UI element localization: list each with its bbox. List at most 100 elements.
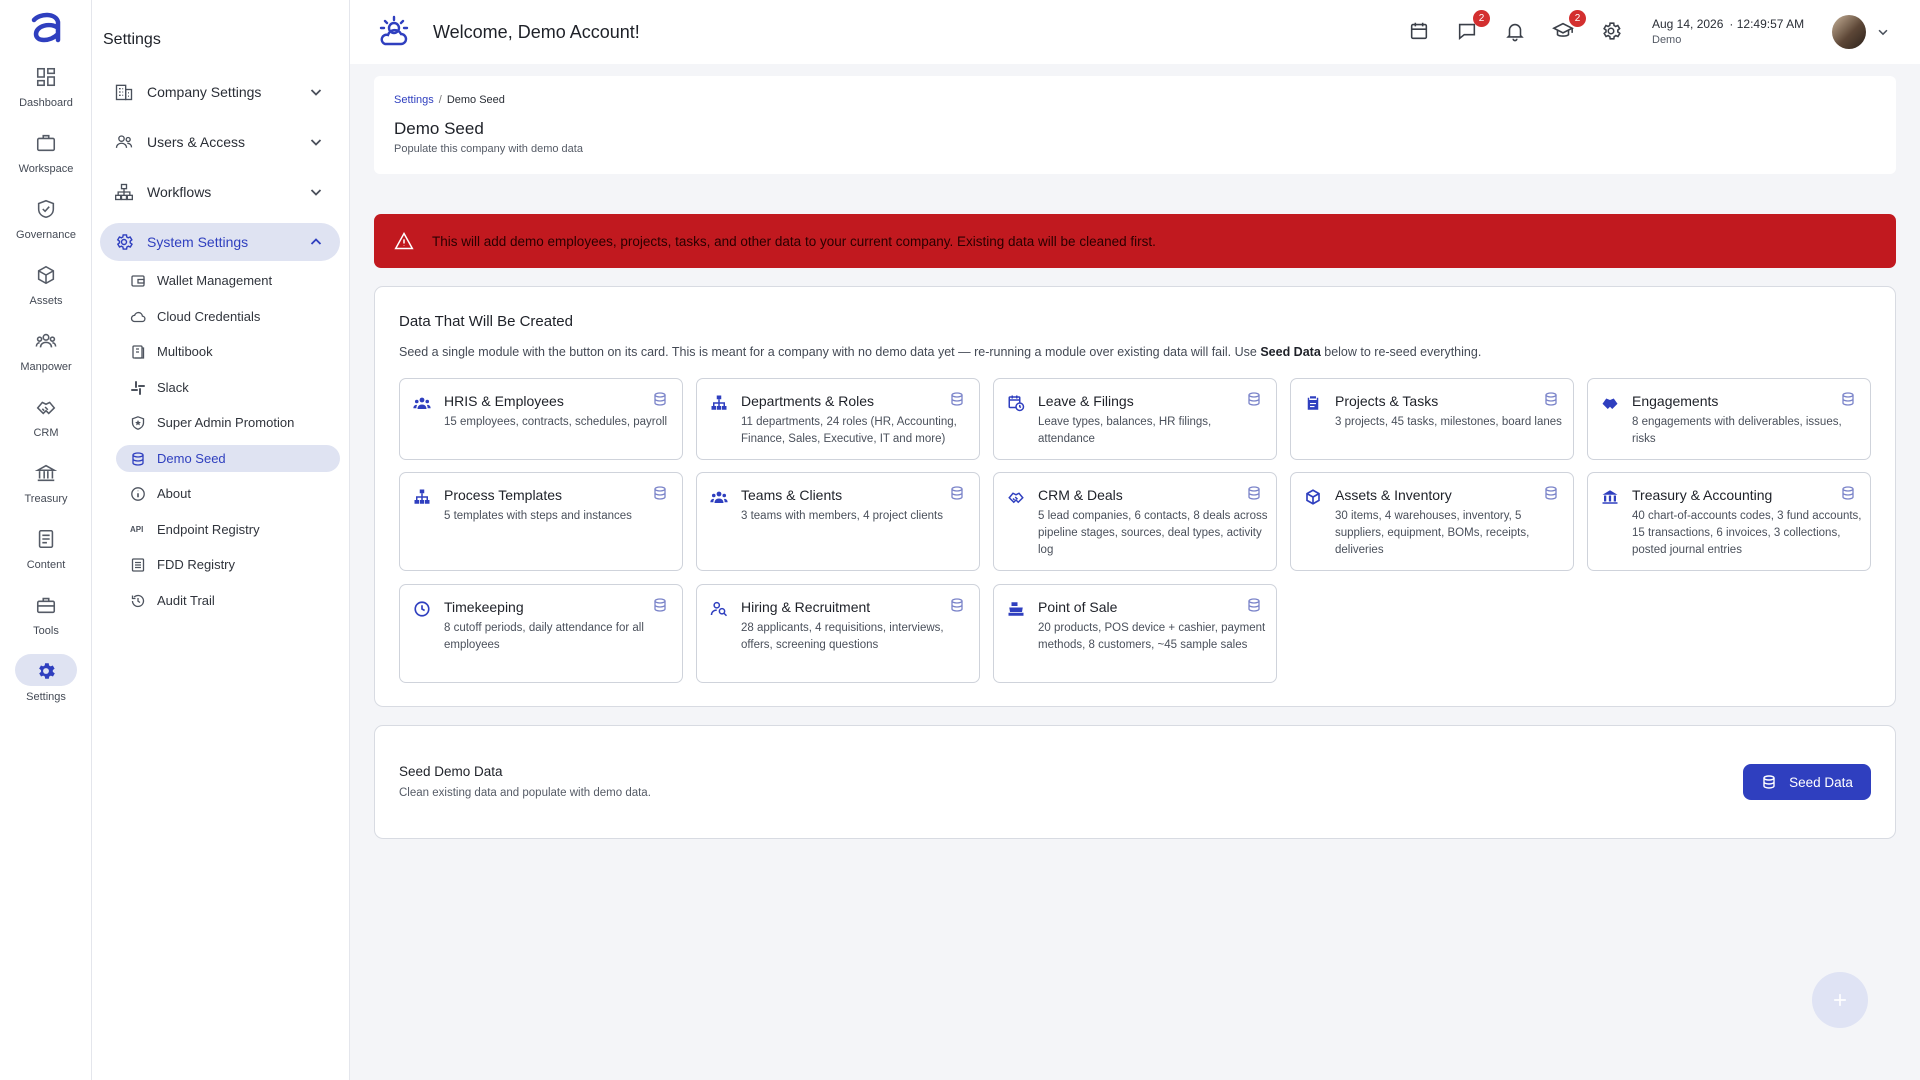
seed-card-subtitle: Clean existing data and populate with de… — [399, 787, 651, 799]
nav-item-wallet-management[interactable]: Wallet Management — [116, 267, 340, 294]
nav-group-users-access[interactable]: Users & Access — [100, 123, 340, 161]
module-title: Teams & Clients — [741, 487, 843, 503]
chevron-down-icon[interactable] — [1876, 25, 1890, 39]
module-description: 28 applicants, 4 requisitions, interview… — [741, 622, 944, 651]
handshake-icon — [35, 396, 57, 418]
database-icon — [1761, 774, 1777, 790]
history-icon — [130, 593, 146, 609]
seed-module-database-icon[interactable] — [949, 485, 965, 501]
module-description: 40 chart-of-accounts codes, 3 fund accou… — [1632, 510, 1862, 556]
top-bar: Welcome, Demo Account! 2 2 Aug 14, 2026 ·… — [350, 0, 1920, 64]
rail-item-settings[interactable]: Settings — [0, 654, 92, 714]
learning-button[interactable]: 2 — [1552, 10, 1586, 44]
settings-nav: Settings Company Settings Users & Access… — [92, 0, 350, 1080]
module-description: 30 items, 4 warehouses, inventory, 5 sup… — [1335, 510, 1530, 556]
rail-item-assets[interactable]: Assets — [0, 260, 92, 318]
rail-label: Workspace — [18, 163, 74, 175]
module-card-engagements[interactable]: Engagements 8 engagements with deliverab… — [1587, 378, 1871, 460]
avatar[interactable] — [1832, 15, 1866, 49]
warning-icon — [394, 231, 414, 251]
brand-sun-cloud-icon[interactable] — [376, 14, 412, 50]
module-card-process-templates[interactable]: Process Templates 5 templates with steps… — [399, 472, 683, 571]
rail-label: Content — [26, 559, 66, 571]
nav-item-endpoint-registry[interactable]: API Endpoint Registry — [116, 516, 340, 543]
seed-module-database-icon[interactable] — [652, 485, 668, 501]
module-card-hris-employees[interactable]: HRIS & Employees 15 employees, contracts… — [399, 378, 683, 460]
module-card-point-of-sale[interactable]: Point of Sale 20 products, POS device + … — [993, 584, 1277, 683]
module-card-crm-deals[interactable]: CRM & Deals 5 lead companies, 6 contacts… — [993, 472, 1277, 571]
seed-module-database-icon[interactable] — [1246, 391, 1262, 407]
module-card-departments-roles[interactable]: Departments & Roles 11 departments, 24 r… — [696, 378, 980, 460]
seed-data-button[interactable]: Seed Data — [1743, 764, 1871, 800]
seed-module-database-icon[interactable] — [652, 597, 668, 613]
module-description: 3 projects, 45 tasks, milestones, board … — [1335, 416, 1562, 428]
module-title: CRM & Deals — [1038, 487, 1123, 503]
nav-item-label: Super Admin Promotion — [157, 415, 295, 430]
sitemap-icon — [710, 394, 728, 412]
sitemap-icon — [413, 488, 431, 506]
seed-module-database-icon[interactable] — [1840, 391, 1856, 407]
app-logo[interactable] — [28, 10, 64, 46]
nav-item-audit-trail[interactable]: Audit Trail — [116, 587, 340, 614]
nav-group-label: Workflows — [147, 184, 212, 200]
nav-item-fdd-registry[interactable]: FDD Registry — [116, 551, 340, 578]
people-icon — [35, 330, 57, 352]
nav-item-multibook[interactable]: Multibook — [116, 338, 340, 365]
seed-module-database-icon[interactable] — [949, 391, 965, 407]
data-card-description: Seed a single module with the button on … — [399, 345, 1481, 359]
module-card-hiring-recruitment[interactable]: Hiring & Recruitment 28 applicants, 4 re… — [696, 584, 980, 683]
module-card-projects-tasks[interactable]: Projects & Tasks 3 projects, 45 tasks, m… — [1290, 378, 1574, 460]
rail-item-manpower[interactable]: Manpower — [0, 326, 92, 384]
page-header-card: Settings / Demo Seed Demo Seed Populate … — [374, 76, 1896, 174]
module-card-timekeeping[interactable]: Timekeeping 8 cutoff periods, daily atte… — [399, 584, 683, 683]
slack-icon — [130, 380, 146, 396]
rail-item-dashboard[interactable]: Dashboard — [0, 62, 92, 120]
chevron-down-icon — [308, 134, 324, 150]
rail-item-treasury[interactable]: Treasury — [0, 458, 92, 516]
wallet-icon — [130, 273, 146, 289]
breadcrumb-settings-link[interactable]: Settings — [394, 94, 434, 106]
module-card-assets-inventory[interactable]: Assets & Inventory 30 items, 4 warehouse… — [1290, 472, 1574, 571]
nav-group-label: System Settings — [147, 234, 249, 250]
module-description: 5 templates with steps and instances — [444, 510, 632, 522]
module-card-teams-clients[interactable]: Teams & Clients 3 teams with members, 4 … — [696, 472, 980, 571]
seed-module-database-icon[interactable] — [1246, 597, 1262, 613]
module-title: Assets & Inventory — [1335, 487, 1452, 503]
cube-icon — [1304, 488, 1322, 506]
calendar-button[interactable] — [1408, 20, 1432, 44]
nav-item-demo-seed[interactable]: Demo Seed — [116, 445, 340, 472]
rail-item-workspace[interactable]: Workspace — [0, 128, 92, 186]
book-icon — [130, 344, 146, 360]
module-card-treasury-accounting[interactable]: Treasury & Accounting 40 chart-of-accoun… — [1587, 472, 1871, 571]
notifications-button[interactable] — [1504, 20, 1528, 44]
nav-group-system-settings[interactable]: System Settings — [100, 223, 340, 261]
add-fab-button[interactable] — [1812, 972, 1868, 1028]
nav-item-super-admin-promotion[interactable]: Super Admin Promotion — [116, 409, 340, 436]
nav-item-about[interactable]: About — [116, 480, 340, 507]
nav-item-cloud-credentials[interactable]: Cloud Credentials — [116, 303, 340, 330]
seed-module-database-icon[interactable] — [1543, 391, 1559, 407]
seed-module-database-icon[interactable] — [1543, 485, 1559, 501]
settings-button[interactable] — [1600, 20, 1624, 44]
document-icon — [35, 528, 57, 550]
module-description: 15 employees, contracts, schedules, payr… — [444, 416, 668, 428]
messages-button[interactable]: 2 — [1456, 10, 1490, 44]
rail-item-tools[interactable]: Tools — [0, 590, 92, 648]
module-card-leave-filings[interactable]: Leave & Filings Leave types, balances, H… — [993, 378, 1277, 460]
rail-item-content[interactable]: Content — [0, 524, 92, 582]
nav-item-slack[interactable]: Slack — [116, 374, 340, 401]
seed-module-database-icon[interactable] — [652, 391, 668, 407]
nav-group-company-settings[interactable]: Company Settings — [100, 73, 340, 111]
seed-module-database-icon[interactable] — [949, 597, 965, 613]
module-description: 3 teams with members, 4 project clients — [741, 510, 943, 522]
welcome-text: Welcome, Demo Account! — [433, 22, 640, 42]
nav-group-workflows[interactable]: Workflows — [100, 173, 340, 211]
data-card-title: Data That Will Be Created — [399, 313, 573, 330]
module-title: Treasury & Accounting — [1632, 487, 1773, 503]
rail-item-crm[interactable]: CRM — [0, 392, 92, 450]
nav-item-label: Cloud Credentials — [157, 309, 261, 324]
seed-module-database-icon[interactable] — [1840, 485, 1856, 501]
rail-item-governance[interactable]: Governance — [0, 194, 92, 252]
seed-module-database-icon[interactable] — [1246, 485, 1262, 501]
calendar-icon — [1408, 20, 1432, 42]
